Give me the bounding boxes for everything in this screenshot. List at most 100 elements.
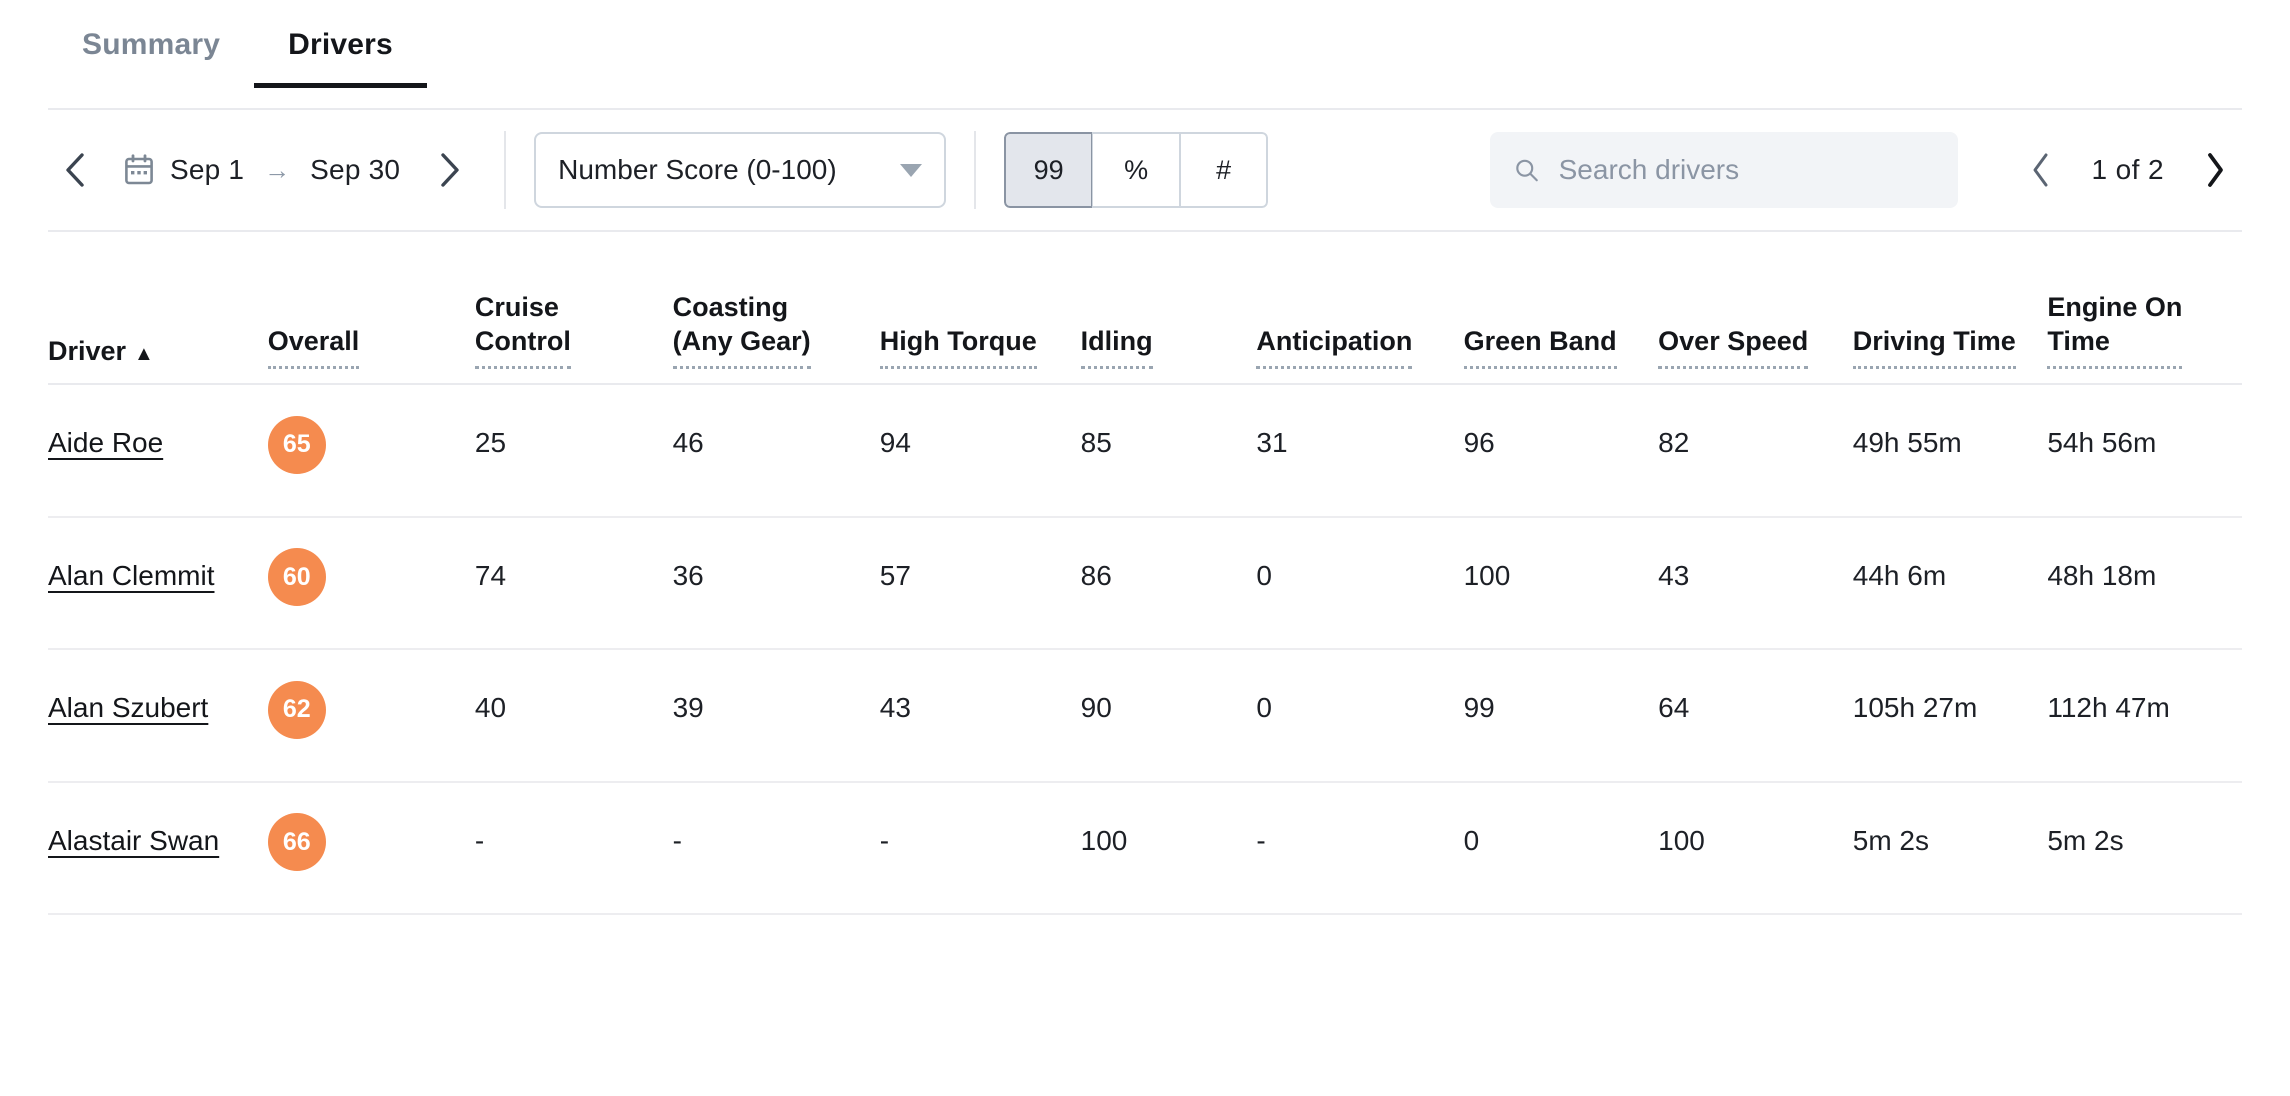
cell-value: 57 — [879, 559, 911, 591]
cell-value: 25 — [474, 427, 507, 458]
cell-over-speed: 82 — [1658, 384, 1853, 517]
toolbar-right-group: 1 of 2 — [1489, 132, 2242, 208]
cell-value: 100 — [1658, 824, 1705, 856]
search-input[interactable] — [1556, 153, 1934, 187]
column-header-idling-label: Idling — [1080, 324, 1153, 369]
cell-high-torque: 94 — [880, 384, 1081, 517]
score-format-number-label: 99 — [1033, 154, 1064, 185]
column-header-over-speed[interactable]: Over Speed — [1658, 232, 1853, 384]
tab-summary[interactable]: Summary — [48, 0, 254, 88]
cell-value: 99 — [1463, 692, 1495, 723]
column-header-coasting[interactable]: Coasting (Any Gear) — [672, 232, 880, 384]
column-header-high-torque[interactable]: High Torque — [879, 232, 1081, 384]
pagination-previous-button[interactable] — [2014, 143, 2068, 197]
cell-cruise: 40 — [475, 649, 673, 782]
cell-value: 96 — [1463, 427, 1495, 458]
column-header-anticipation[interactable]: Anticipation — [1256, 232, 1463, 384]
next-period-button[interactable] — [422, 143, 476, 197]
column-header-idling[interactable]: Idling — [1080, 232, 1257, 384]
tab-bar: Summary Drivers — [0, 0, 2290, 110]
column-header-cruise-control[interactable]: Cruise Control — [474, 232, 673, 384]
cell-coasting: 39 — [673, 649, 880, 782]
tab-drivers[interactable]: Drivers — [254, 0, 427, 88]
cell-value: 100 — [1080, 824, 1128, 856]
cell-engine-on: 5m 2s — [2047, 782, 2242, 915]
column-header-coasting-label: Coasting (Any Gear) — [672, 290, 811, 369]
cell-value: 40 — [474, 692, 507, 723]
column-header-driving-time[interactable]: Driving Time — [1852, 232, 2048, 384]
search-box[interactable] — [1489, 132, 1958, 208]
cell-value: 90 — [1080, 692, 1112, 723]
toolbar-divider-left — [504, 131, 507, 209]
cell-overall-score: 62 — [267, 649, 475, 782]
cell-driver-name: Alan Clemmit — [48, 517, 268, 650]
score-format-percent-option[interactable]: % — [1092, 132, 1181, 208]
date-range-picker[interactable]: Sep 1 → Sep 30 — [102, 154, 422, 186]
cell-value: - — [879, 824, 890, 856]
column-header-green-band[interactable]: Green Band — [1463, 232, 1659, 384]
score-format-count-option[interactable]: # — [1180, 132, 1269, 208]
column-header-driver[interactable]: Driver ▲ — [48, 232, 268, 384]
table-row: Alastair Swan 66 - - - 100 - 0 100 5m 2s 5m 2s — [48, 782, 2242, 915]
cell-value: 0 — [1256, 692, 1272, 723]
tab-drivers-label: Drivers — [288, 28, 393, 61]
cell-cruise: - — [475, 782, 673, 915]
cell-overall-score: 60 — [267, 517, 475, 650]
table-row: Alan Clemmit 60 74 36 57 86 0 100 43 44h 6m 48h 18… — [48, 517, 2242, 650]
cell-driving-time: 49h 55m — [1853, 384, 2048, 517]
score-format-number-option[interactable]: 99 — [1004, 132, 1093, 208]
cell-coasting: 46 — [673, 384, 880, 517]
cell-value: 5m 2s — [1852, 824, 1929, 856]
column-header-green-band-label: Green Band — [1463, 324, 1617, 369]
cell-coasting: - — [673, 782, 880, 915]
cell-green-band: 96 — [1464, 384, 1659, 517]
column-header-overall-label: Overall — [267, 324, 360, 369]
cell-driver-name: Aide Roe — [48, 384, 268, 517]
previous-period-button[interactable] — [48, 143, 102, 197]
toolbar-divider-right — [974, 131, 977, 209]
date-range-end: Sep 30 — [310, 154, 401, 185]
cell-value: 112h 47m — [2047, 692, 2170, 723]
cell-coasting: 36 — [673, 517, 880, 650]
cell-value: 54h 56m — [2047, 427, 2157, 458]
cell-value: 64 — [1658, 692, 1690, 723]
column-header-engine-on-time-label: Engine On Time — [2047, 290, 2183, 369]
metric-type-value: Number Score (0-100) — [558, 154, 837, 185]
cell-high-torque: 57 — [880, 517, 1081, 650]
column-header-overall[interactable]: Overall — [267, 232, 475, 384]
driver-link[interactable]: Alastair Swan — [48, 825, 219, 856]
cell-value: 105h 27m — [1852, 692, 1978, 723]
metric-type-select[interactable]: Number Score (0-100) — [534, 132, 947, 208]
cell-value: 49h 55m — [1852, 427, 1962, 458]
cell-driving-time: 105h 27m — [1853, 649, 2048, 782]
driver-link[interactable]: Alan Clemmit — [48, 560, 214, 591]
cell-cruise: 74 — [475, 517, 673, 650]
cell-value: - — [474, 824, 485, 856]
sort-ascending-icon: ▲ — [134, 343, 154, 366]
column-header-high-torque-label: High Torque — [879, 324, 1037, 369]
overall-score-badge: 62 — [267, 680, 326, 739]
date-range-start: Sep 1 — [170, 154, 245, 185]
cell-green-band: 100 — [1464, 517, 1659, 650]
driver-link[interactable]: Alan Szubert — [48, 692, 208, 723]
cell-over-speed: 100 — [1658, 782, 1853, 915]
search-icon — [1515, 159, 1538, 182]
cell-value: 43 — [1658, 559, 1690, 591]
cell-value: 0 — [1256, 559, 1272, 591]
drivers-table-body: Aide Roe 65 25 46 94 85 31 96 82 49h 55m 54h 56m Al… — [48, 384, 2242, 914]
column-header-cruise-control-line2: Control — [474, 326, 571, 357]
score-format-segmented-control: 99 % # — [1004, 132, 1269, 208]
column-header-coasting-line1: Coasting — [672, 291, 789, 322]
column-header-engine-on-time[interactable]: Engine On Time — [2047, 232, 2242, 384]
cell-idling: 86 — [1081, 517, 1257, 650]
cell-idling: 90 — [1081, 649, 1257, 782]
pagination-next-button[interactable] — [2188, 143, 2242, 197]
score-format-percent-label: % — [1124, 154, 1149, 185]
cell-anticipation: - — [1256, 782, 1463, 915]
cell-value: 86 — [1080, 559, 1112, 591]
cell-driver-name: Alastair Swan — [48, 782, 268, 915]
driver-link[interactable]: Aide Roe — [48, 427, 163, 458]
overall-score-badge: 60 — [267, 548, 326, 606]
pagination: 1 of 2 — [2014, 143, 2242, 197]
drivers-table-head: Driver ▲ Overall Cruise Control Coasting (A… — [48, 232, 2242, 384]
